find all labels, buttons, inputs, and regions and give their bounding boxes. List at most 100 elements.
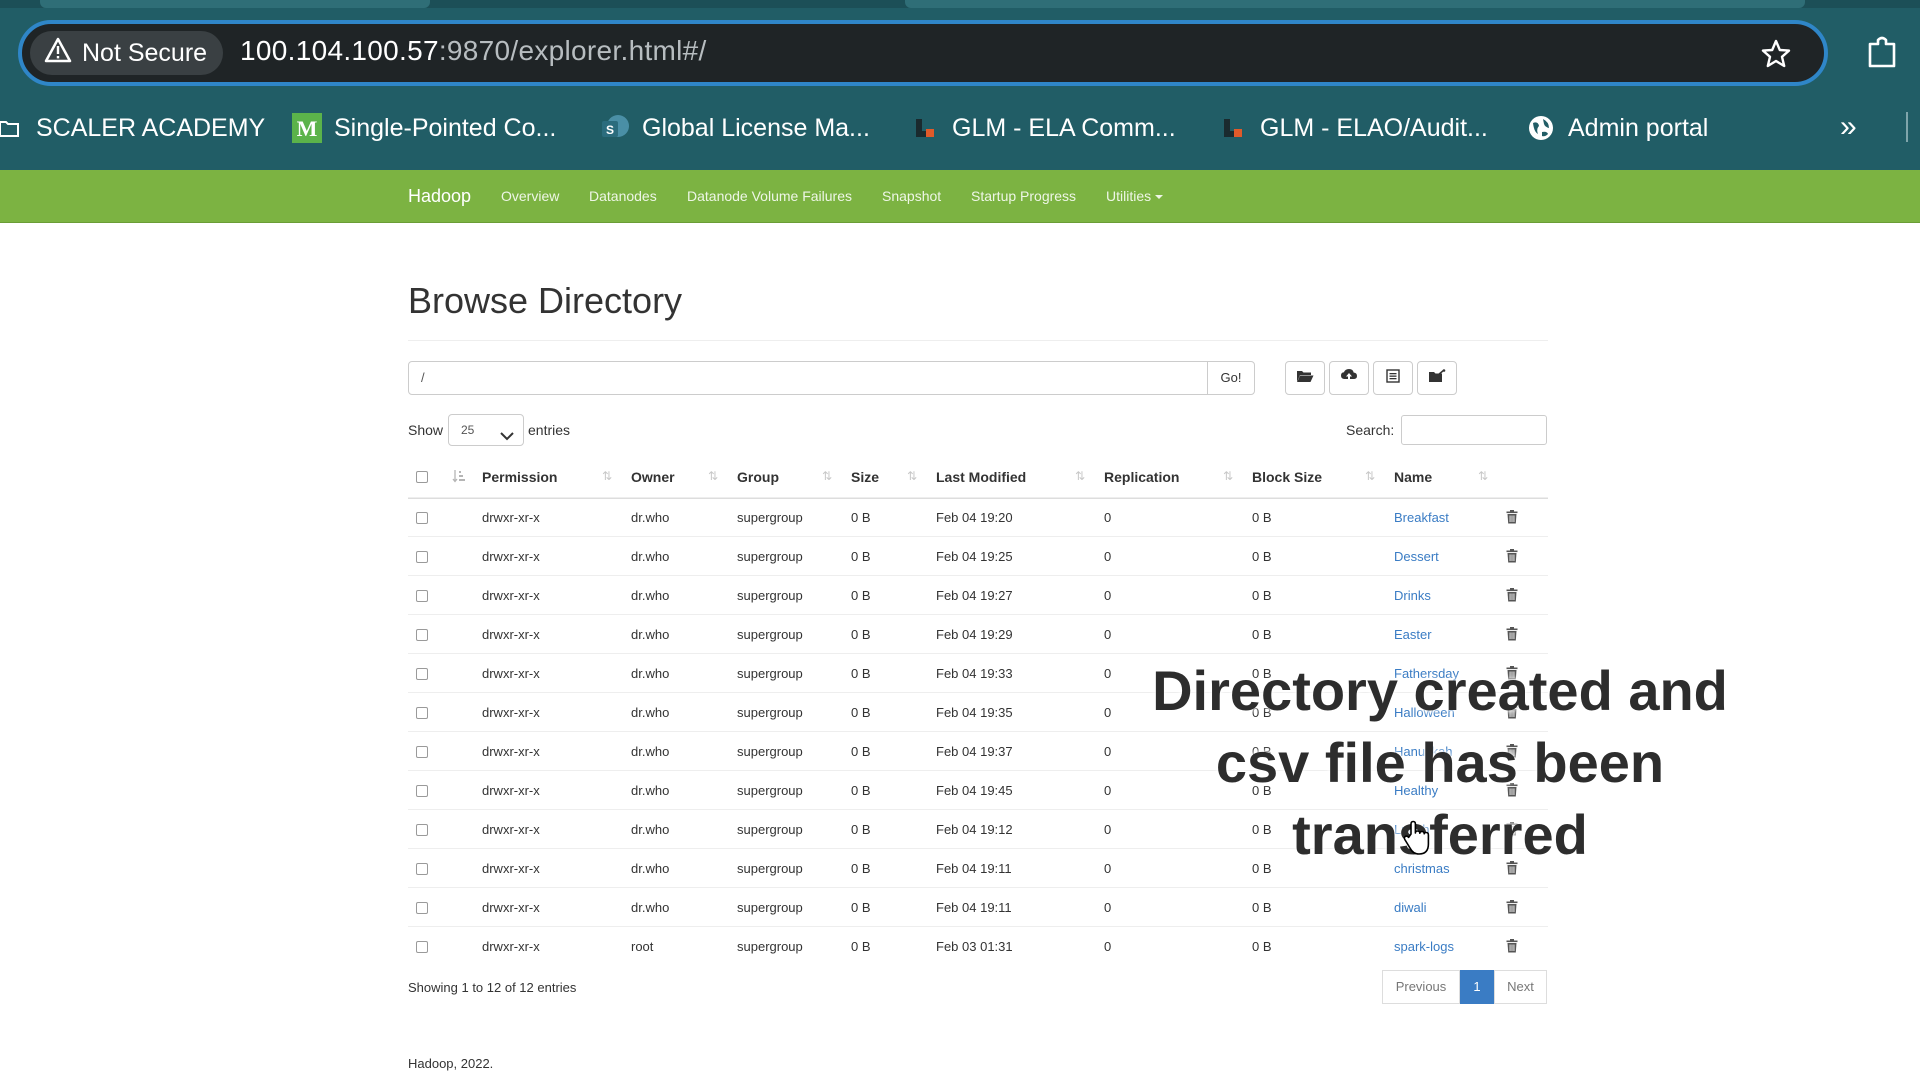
browser-tab[interactable] [40, 0, 430, 8]
row-checkbox[interactable] [416, 824, 428, 836]
column-size[interactable]: Size [851, 457, 879, 497]
cell-replication: 0 [1104, 549, 1112, 564]
cell-name-link[interactable]: diwali [1394, 888, 1427, 927]
row-checkbox[interactable] [416, 551, 428, 563]
nav-volume-failures[interactable]: Datanode Volume Failures [687, 170, 852, 222]
column-replication[interactable]: Replication [1104, 457, 1179, 497]
cell-last-modified: Feb 04 19:11 [936, 900, 1012, 915]
toolbar-divider [1906, 112, 1908, 142]
glm-icon [910, 113, 940, 143]
bookmark-glm-elao-audit[interactable]: GLM - ELAO/Audit... [1218, 104, 1488, 152]
cell-block-size: 0 B [1252, 939, 1272, 954]
cell-last-modified: Feb 04 19:37 [936, 744, 1013, 759]
browser-tab[interactable] [905, 0, 1805, 8]
row-checkbox[interactable] [416, 746, 428, 758]
nav-datanodes[interactable]: Datanodes [589, 170, 657, 222]
row-checkbox[interactable] [416, 629, 428, 641]
navbar-brand[interactable]: Hadoop [408, 170, 471, 222]
sort-icon[interactable]: ⇅ [1223, 469, 1233, 483]
sort-icon[interactable]: ⇅ [708, 469, 718, 483]
extensions-icon[interactable] [1862, 32, 1902, 72]
bookmark-star-icon[interactable] [1756, 34, 1796, 74]
column-last-modified[interactable]: Last Modified [936, 457, 1026, 497]
cell-owner: dr.who [631, 822, 670, 837]
bookmark-global-license[interactable]: S Global License Ma... [600, 104, 870, 152]
nav-startup-progress[interactable]: Startup Progress [971, 170, 1076, 222]
security-chip[interactable]: Not Secure [30, 31, 224, 75]
cut-paste-button[interactable] [1417, 361, 1457, 395]
url-host: 100.104.100.57 [240, 35, 439, 66]
bookmarks-bar: SCALER ACADEMY M Single-Pointed Co... S … [0, 104, 1920, 152]
sort-icon[interactable]: ⇅ [822, 469, 832, 483]
more-bookmarks-icon[interactable]: » [1840, 110, 1857, 144]
column-owner[interactable]: Owner [631, 457, 675, 497]
url-text[interactable]: 100.104.100.57:9870/explorer.html#/ [240, 35, 707, 67]
cell-last-modified: Feb 04 19:12 [936, 822, 1013, 837]
cell-last-modified: Feb 04 19:33 [936, 666, 1013, 681]
cell-name-link[interactable]: Easter [1394, 615, 1432, 654]
nav-utilities-dropdown[interactable]: Utilities [1106, 170, 1164, 222]
row-checkbox[interactable] [416, 785, 428, 797]
row-checkbox[interactable] [416, 941, 428, 953]
nav-snapshot[interactable]: Snapshot [882, 170, 941, 222]
search-input[interactable] [1401, 415, 1547, 445]
cell-size: 0 B [851, 939, 871, 954]
pagination-previous[interactable]: Previous [1382, 970, 1460, 1004]
medium-logo-icon: M [292, 113, 322, 143]
upload-button[interactable] [1329, 361, 1369, 395]
column-name[interactable]: Name [1394, 457, 1432, 497]
show-label: Show [408, 422, 444, 438]
cell-name-link[interactable]: Breakfast [1394, 498, 1449, 537]
cell-replication: 0 [1104, 900, 1112, 915]
nav-overview[interactable]: Overview [501, 170, 559, 222]
caption-overlay: Directory created and csv file has been … [1110, 655, 1770, 871]
sort-icon[interactable]: ⇅ [1075, 469, 1085, 483]
pagination-next[interactable]: Next [1494, 970, 1547, 1004]
row-checkbox[interactable] [416, 902, 428, 914]
column-permission[interactable]: Permission [482, 457, 557, 497]
cell-block-size: 0 B [1252, 627, 1272, 642]
bookmark-label: GLM - ELA Comm... [952, 113, 1176, 142]
cell-name-link[interactable]: spark-logs [1394, 927, 1454, 966]
entries-per-page-select[interactable]: 25 [448, 414, 524, 446]
pagination-page-1[interactable]: 1 [1460, 970, 1494, 1004]
cell-group: supergroup [737, 900, 803, 915]
row-checkbox[interactable] [416, 707, 428, 719]
column-block-size[interactable]: Block Size [1252, 457, 1322, 497]
caption-line: csv file has been [1215, 731, 1665, 794]
cell-size: 0 B [851, 822, 871, 837]
trash-icon[interactable] [1506, 939, 1518, 958]
cell-name-link[interactable]: Dessert [1394, 537, 1439, 576]
sort-icon[interactable]: ⇅ [602, 469, 612, 483]
bookmark-admin-portal[interactable]: Admin portal [1526, 104, 1708, 152]
bookmark-single-pointed[interactable]: M Single-Pointed Co... [292, 104, 556, 152]
cell-name-link[interactable]: Drinks [1394, 576, 1431, 615]
trash-icon[interactable] [1506, 510, 1518, 529]
cell-permission: drwxr-xr-x [482, 939, 540, 954]
cut-paste-icon [1428, 368, 1446, 388]
sort-asc-icon[interactable] [452, 469, 466, 486]
sort-icon[interactable]: ⇅ [907, 469, 917, 483]
create-directory-button[interactable] [1285, 361, 1325, 395]
trash-icon[interactable] [1506, 588, 1518, 607]
row-checkbox[interactable] [416, 512, 428, 524]
nav-utilities-label: Utilities [1106, 188, 1152, 204]
trash-icon[interactable] [1506, 900, 1518, 919]
sort-icon[interactable]: ⇅ [1365, 469, 1375, 483]
row-checkbox[interactable] [416, 863, 428, 875]
go-button[interactable]: Go! [1207, 361, 1255, 395]
hadoop-navbar: Hadoop Overview Datanodes Datanode Volum… [0, 170, 1920, 223]
path-input[interactable]: / [408, 361, 1208, 395]
column-group[interactable]: Group [737, 457, 779, 497]
sort-icon[interactable]: ⇅ [1478, 469, 1488, 483]
cell-last-modified: Feb 03 01:31 [936, 939, 1013, 954]
address-bar[interactable]: Not Secure 100.104.100.57:9870/explorer.… [18, 20, 1828, 86]
bookmark-scaler-academy[interactable]: SCALER ACADEMY [0, 104, 265, 152]
row-checkbox[interactable] [416, 668, 428, 680]
select-all-checkbox[interactable] [416, 471, 428, 483]
trash-icon[interactable] [1506, 627, 1518, 646]
bookmark-glm-ela-comm[interactable]: GLM - ELA Comm... [910, 104, 1176, 152]
list-view-button[interactable] [1373, 361, 1413, 395]
trash-icon[interactable] [1506, 549, 1518, 568]
row-checkbox[interactable] [416, 590, 428, 602]
